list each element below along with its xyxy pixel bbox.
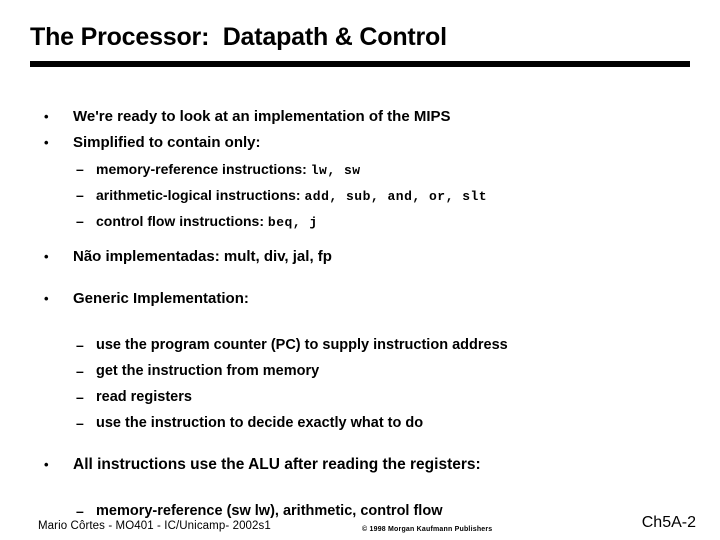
- bullet-item-all-instructions-alu: • All instructions use the ALU after rea…: [0, 452, 720, 478]
- bullet-item-simplified: • Simplified to contain only:: [0, 130, 720, 156]
- dash-marker-icon: –: [76, 161, 84, 177]
- sub-bullet-arithmetic-logical: – arithmetic-logical instructions: add, …: [0, 182, 720, 208]
- dash-marker-icon: –: [76, 213, 84, 229]
- dash-marker-icon: –: [76, 415, 84, 431]
- sub-bullet-text: use the program counter (PC) to supply i…: [96, 337, 508, 353]
- sub-bullet-text: memory-reference instructions:: [96, 161, 311, 177]
- sub-bullet-text: arithmetic-logical instructions:: [96, 187, 305, 203]
- bullet-text: We're ready to look at an implementation…: [73, 108, 451, 125]
- dash-marker-icon: –: [76, 187, 84, 203]
- bullet-item-nao-implementadas: • Não implementadas: mult, div, jal, fp: [0, 244, 720, 270]
- dash-marker-icon: –: [76, 389, 84, 405]
- dash-marker-icon: –: [76, 363, 84, 379]
- sub-bullet-text: use the instruction to decide exactly wh…: [96, 415, 424, 431]
- sub-bullet-memory-reference: – memory-reference instructions: lw, sw: [0, 156, 720, 182]
- bullet-marker-icon: •: [44, 291, 49, 306]
- bullet-marker-icon: •: [44, 109, 49, 124]
- instruction-mnemonics: lw, sw: [310, 163, 361, 178]
- sub-bullet-get-instruction: – get the instruction from memory: [0, 358, 720, 384]
- bullet-marker-icon: •: [44, 249, 49, 264]
- footer-author-course: Mario Côrtes - MO401 - IC/Unicamp- 2002s…: [38, 520, 271, 532]
- footer-copyright: © 1998 Morgan Kaufmann Publishers: [362, 526, 493, 533]
- dash-marker-icon: –: [76, 337, 84, 353]
- sub-bullet-control-flow: – control flow instructions: beq, j: [0, 208, 720, 234]
- page-title: The Processor: Datapath & Control: [30, 23, 447, 51]
- sub-bullet-read-registers: – read registers: [0, 384, 720, 410]
- bullet-marker-icon: •: [44, 135, 49, 150]
- title-divider-rule: [30, 61, 690, 67]
- sub-bullet-text: get the instruction from memory: [96, 363, 320, 379]
- sub-bullet-program-counter: – use the program counter (PC) to supply…: [0, 332, 720, 358]
- bullet-text: Não implementadas: mult, div, jal, fp: [73, 248, 332, 265]
- instruction-mnemonics: beq, j: [267, 215, 318, 230]
- sub-bullet-text: control flow instructions:: [96, 213, 268, 229]
- instruction-mnemonics: add, sub, and, or, slt: [304, 189, 488, 204]
- bullet-text: Simplified to contain only:: [73, 134, 261, 151]
- bullet-text: All instructions use the ALU after readi…: [73, 456, 481, 473]
- bullet-text: Generic Implementation:: [73, 290, 249, 307]
- sub-bullet-text: memory-reference (sw lw), arithmetic, co…: [96, 503, 443, 519]
- footer-slide-number: Ch5A-2: [641, 514, 696, 531]
- slide-body: • We're ready to look at an implementati…: [0, 104, 720, 524]
- bullet-item-mips-intro: • We're ready to look at an implementati…: [0, 104, 720, 130]
- bullet-marker-icon: •: [44, 457, 49, 472]
- sub-bullet-text: read registers: [96, 389, 192, 405]
- bullet-item-generic-implementation: • Generic Implementation:: [0, 286, 720, 312]
- sub-bullet-decide-what-to-do: – use the instruction to decide exactly …: [0, 410, 720, 436]
